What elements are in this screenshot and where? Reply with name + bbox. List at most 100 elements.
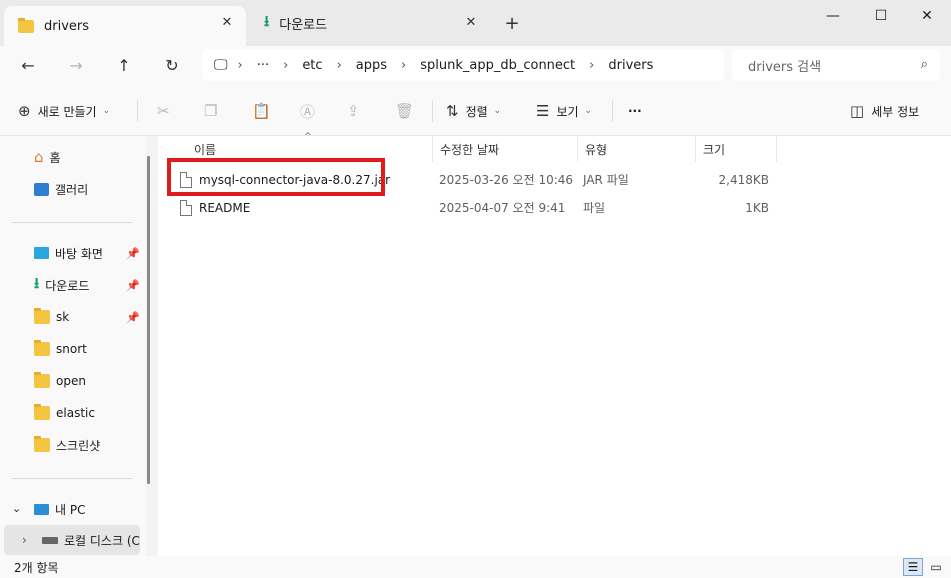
sidebar-scrollbar[interactable] [147, 156, 150, 484]
file-size: 2,418KB [718, 173, 769, 187]
sidebar-item-sk[interactable]: sk [34, 306, 69, 328]
tab-downloads[interactable]: ⭳ 다운로드 ✕ [250, 6, 490, 40]
table-row[interactable]: README 2025-04-07 오전 9:41 파일 1KB [166, 194, 778, 222]
folder-icon [34, 372, 50, 388]
pin-icon[interactable]: 📌 [126, 311, 140, 324]
item-count: 2개 항목 [14, 561, 59, 575]
sidebar-item-label: elastic [56, 406, 95, 420]
folder-icon [18, 17, 34, 33]
sidebar-item-screenshots[interactable]: 스크린샷 [34, 434, 100, 456]
file-modified: 2025-03-26 오전 10:46 [439, 173, 574, 187]
search-icon: ⌕ [920, 57, 928, 72]
sidebar-item-label: open [56, 374, 86, 388]
breadcrumb-splunk-app[interactable]: splunk_app_db_connect [420, 58, 575, 73]
share-icon: ⇪ [347, 102, 360, 120]
sidebar-item-downloads[interactable]: ⭳ 다운로드 [34, 274, 89, 296]
divider [12, 222, 132, 223]
breadcrumb-etc[interactable]: etc [302, 58, 322, 73]
sidebar-item-this-pc[interactable]: 내 PC [34, 498, 85, 520]
new-tab-button[interactable]: + [500, 13, 524, 37]
sidebar-item-open[interactable]: open [34, 370, 86, 392]
pin-icon[interactable]: 📌 [126, 247, 140, 260]
sidebar-item-label: 스크린샷 [56, 438, 101, 453]
folder-icon [34, 436, 50, 452]
share-button[interactable]: ⇪ [347, 98, 367, 124]
forward-button[interactable]: → [60, 52, 92, 80]
more-options-button[interactable]: ··· [628, 98, 642, 124]
folder-icon [34, 308, 50, 324]
details-label: 세부 정보 [871, 104, 920, 119]
paste-button[interactable]: 📋 [252, 98, 278, 124]
annotation-highlight-box [167, 158, 385, 196]
maximize-button[interactable]: ☐ [858, 6, 904, 26]
new-button[interactable]: ⊕ 새로 만들기 ⌄ [18, 98, 110, 124]
close-tab-icon[interactable]: ✕ [220, 16, 234, 30]
breadcrumb-overflow[interactable]: ··· [257, 58, 269, 73]
download-icon: ⭳ [264, 11, 270, 30]
sidebar-item-snort[interactable]: snort [34, 338, 87, 360]
breadcrumb-apps[interactable]: apps [356, 58, 387, 73]
rename-button[interactable]: Ⓐ [300, 98, 322, 124]
file-icon [180, 200, 192, 216]
chevron-right-icon: › [401, 57, 407, 73]
file-modified: 2025-04-07 오전 9:41 [439, 201, 566, 215]
file-list: ^ 이름 수정한 날짜 유형 크기 mysql-connector-java-8… [158, 132, 951, 556]
sidebar-item-local-disk[interactable]: 로컬 디스크 (C [42, 529, 140, 551]
chevron-down-icon: ⌄ [493, 106, 502, 116]
command-bar: ⊕ 새로 만들기 ⌄ ✂ ❐ 📋 Ⓐ ⇪ 🗑 ⇅ 정렬 ⌄ ☰ 보기 ⌄ ···… [0, 86, 951, 136]
view-button[interactable]: ☰ 보기 ⌄ [536, 98, 592, 124]
chevron-down-icon[interactable]: ⌄ [12, 502, 21, 515]
sidebar-item-desktop[interactable]: 바탕 화면 [34, 242, 103, 264]
plus-circle-icon: ⊕ [18, 102, 31, 120]
sidebar-item-label: 내 PC [55, 502, 86, 517]
column-divider[interactable] [776, 136, 777, 162]
chevron-right-icon: › [237, 57, 243, 73]
sort-button[interactable]: ⇅ 정렬 ⌄ [446, 98, 501, 124]
sidebar-item-label: sk [56, 310, 70, 324]
folder-icon [34, 340, 50, 356]
file-name: README [199, 201, 251, 215]
folder-icon [34, 404, 50, 420]
close-window-button[interactable]: ✕ [904, 6, 950, 26]
delete-button[interactable]: 🗑 [395, 98, 421, 124]
chevron-right-icon: › [589, 57, 595, 73]
sidebar-item-home[interactable]: ⌂ 홈 [34, 146, 61, 168]
column-header-type[interactable]: 유형 [577, 136, 695, 162]
computer-icon: 🖵 [214, 57, 228, 73]
pin-icon[interactable]: 📌 [126, 279, 140, 292]
computer-icon [34, 503, 49, 515]
file-size: 1KB [745, 201, 769, 215]
gallery-icon [34, 182, 49, 196]
chevron-right-icon[interactable]: › [22, 533, 27, 547]
details-view-button[interactable]: ☰ [903, 558, 923, 576]
copy-button[interactable]: ❐ [204, 98, 224, 124]
refresh-button[interactable]: ↻ [156, 52, 188, 80]
divider [137, 100, 138, 122]
sidebar-item-label: 로컬 디스크 (C [64, 533, 140, 548]
sort-icon: ⇅ [446, 102, 459, 120]
tab-drivers[interactable]: drivers ✕ [4, 6, 246, 46]
rename-icon: Ⓐ [300, 102, 316, 121]
details-view-icon: ☰ [907, 560, 919, 574]
cut-icon: ✂ [157, 102, 170, 120]
close-tab-icon[interactable]: ✕ [464, 16, 478, 30]
up-button[interactable]: ↑ [108, 52, 140, 80]
back-button[interactable]: ← [12, 52, 44, 80]
sidebar-item-label: 갤러리 [55, 182, 89, 197]
minimize-button[interactable]: — [810, 6, 856, 26]
column-header-modified[interactable]: 수정한 날짜 [432, 136, 578, 162]
view-list-icon: ☰ [536, 102, 550, 120]
breadcrumb-drivers[interactable]: drivers [608, 58, 653, 73]
tiles-view-button[interactable]: ▭ [926, 558, 946, 576]
cut-button[interactable]: ✂ [157, 98, 177, 124]
sidebar-item-gallery[interactable]: 갤러리 [34, 178, 88, 200]
sidebar-item-elastic[interactable]: elastic [34, 402, 95, 424]
details-pane-button[interactable]: ◫ 세부 정보 [850, 98, 919, 124]
address-bar[interactable]: 🖵 › ··· › etc › apps › splunk_app_db_con… [202, 49, 724, 81]
search-input[interactable]: drivers 검색 ⌕ [732, 49, 940, 81]
sidebar-item-label: 다운로드 [45, 278, 90, 293]
desktop-icon [34, 247, 49, 259]
column-header-size[interactable]: 크기 [695, 136, 777, 162]
navigation-bar: ← → ↑ ↻ 🖵 › ··· › etc › apps › splunk_ap… [0, 46, 951, 86]
drive-icon [42, 536, 58, 544]
